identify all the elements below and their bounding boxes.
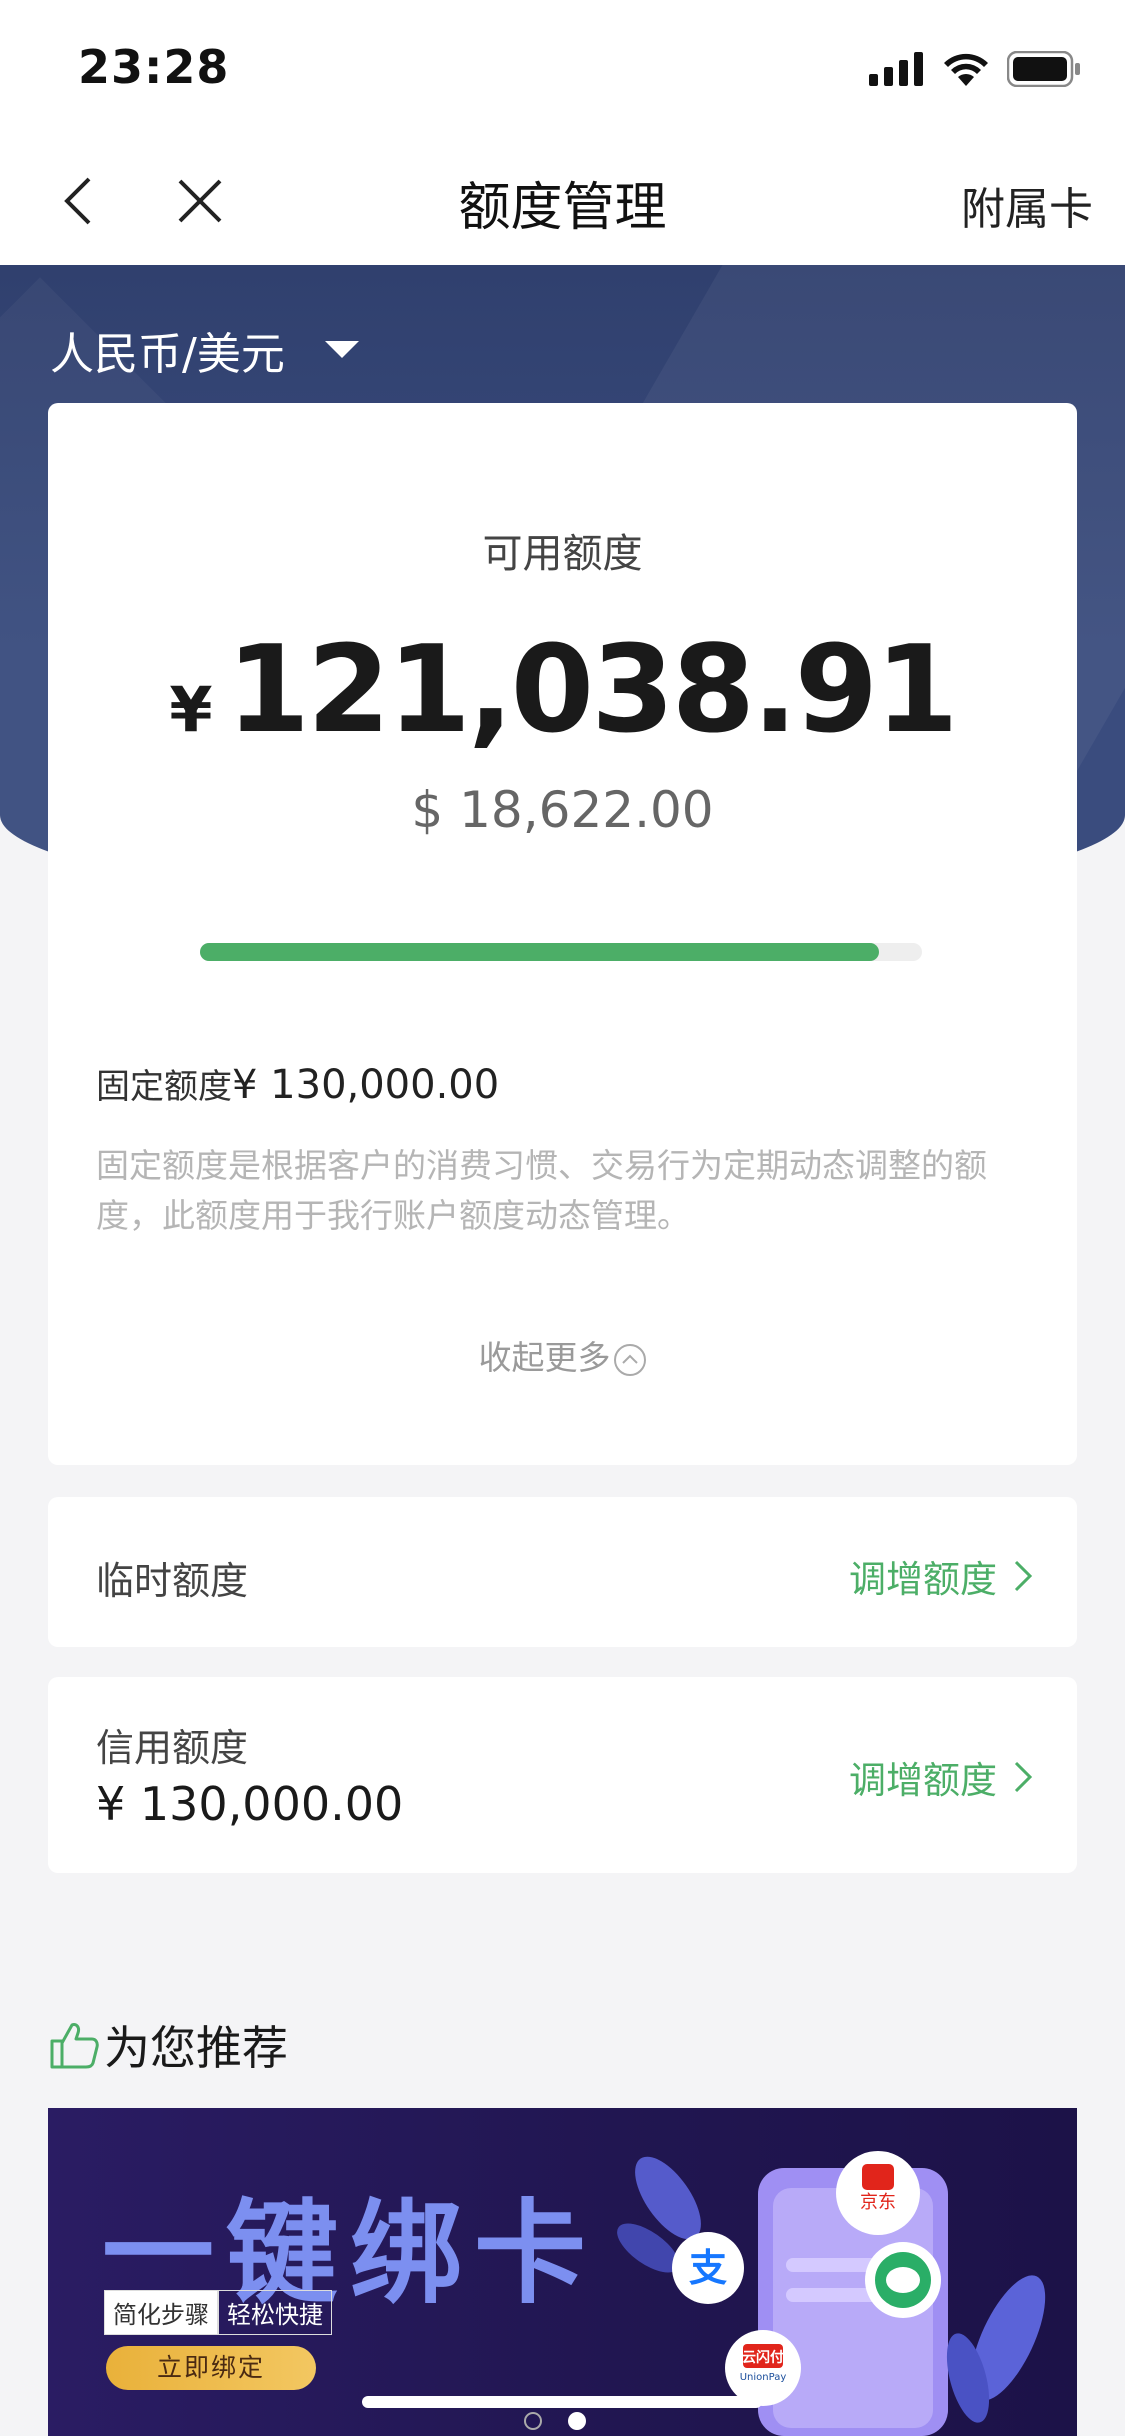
available-limit-amount: ¥121,038.91 [48, 631, 1077, 751]
cny-symbol: ¥ [169, 673, 213, 746]
thumbs-up-icon [50, 2023, 99, 2069]
carousel-dots [524, 2412, 586, 2430]
status-icons [869, 44, 1081, 94]
temporary-limit-card[interactable]: 临时额度 调增额度 [48, 1497, 1077, 1647]
currency-label: 人民币/美元 [50, 329, 285, 380]
credit-limit-card[interactable]: 信用额度 ¥ 130,000.00 调增额度 [48, 1677, 1077, 1873]
recommend-title: 为您推荐 [104, 2021, 288, 2075]
collapse-more-button[interactable]: 收起更多 [48, 1331, 1077, 1379]
available-limit-label: 可用额度 [482, 531, 643, 577]
supplementary-card-link[interactable]: 附属卡 [961, 173, 1093, 237]
cny-amount: 121,038.91 [226, 621, 959, 760]
fixed-limit-label: 固定额度 [96, 1067, 232, 1107]
bind-card-banner[interactable]: 一键绑卡 简化步骤 轻松快捷 立即绑定 京东 支 云闪付 UnionPay [48, 2108, 1077, 2436]
credit-increase-label: 调增额度 [849, 1759, 997, 1802]
alipay-badge: 支 [689, 2246, 727, 2290]
credit-increase-button[interactable]: 调增额度 [849, 1750, 1033, 1804]
banner-tags: 简化步骤 轻松快捷 [104, 2290, 332, 2335]
fixed-limit-value: ¥ 130,000.00 [232, 1062, 500, 1108]
credit-limit-value: ¥ 130,000.00 [96, 1777, 404, 1831]
temporary-increase-button[interactable]: 调增额度 [849, 1549, 1033, 1603]
page-title: 额度管理 [458, 178, 667, 238]
caret-down-icon [324, 341, 359, 358]
jd-badge: 京东 [860, 2192, 896, 2213]
bind-now-button[interactable]: 立即绑定 [106, 2346, 316, 2390]
carousel-dot[interactable] [524, 2412, 542, 2430]
banner-tag-simplify: 简化步骤 [104, 2290, 218, 2335]
status-bar: 23:28 [0, 0, 1125, 135]
chevron-up-circle-icon [613, 1343, 646, 1376]
navigation-bar: 额度管理 附属卡 [0, 135, 1125, 265]
banner-tag-easy: 轻松快捷 [218, 2290, 332, 2335]
home-indicator [362, 2396, 762, 2408]
status-time: 23:28 [78, 40, 230, 94]
usd-amount: $ 18,622.00 [411, 781, 714, 839]
temporary-limit-label: 临时额度 [96, 1559, 249, 1603]
chevron-right-icon [1014, 1560, 1033, 1592]
fixed-limit-row: 固定额度¥ 130,000.00 [96, 1059, 499, 1108]
temporary-increase-label: 调增额度 [849, 1558, 997, 1601]
wifi-icon [944, 53, 988, 86]
usage-progress-fill [200, 943, 879, 961]
signal-icon [869, 52, 923, 86]
fixed-limit-description: 固定额度是根据客户的消费习惯、交易行为定期动态调整的额度，此额度用于我行账户额度… [96, 1146, 987, 1235]
battery-icon [1007, 51, 1080, 87]
credit-limit-label: 信用额度 [96, 1726, 249, 1770]
carousel-dot-active[interactable] [568, 2412, 586, 2430]
collapse-label: 收起更多 [478, 1338, 611, 1377]
chevron-right-icon [1014, 1761, 1033, 1793]
available-limit-card: 可用额度 ¥121,038.91 $ 18,622.00 固定额度¥ 130,0… [48, 403, 1077, 1465]
unionpay-cloud-badge: 云闪付 [742, 2349, 784, 2366]
recommend-heading: 为您推荐 [48, 2012, 288, 2078]
currency-selector[interactable]: 人民币/美元 [50, 318, 359, 382]
usage-progress-bar [200, 943, 922, 961]
unionpay-badge: UnionPay [740, 2372, 787, 2383]
payment-apps-illustration: 京东 支 云闪付 UnionPay [617, 2151, 1046, 2436]
